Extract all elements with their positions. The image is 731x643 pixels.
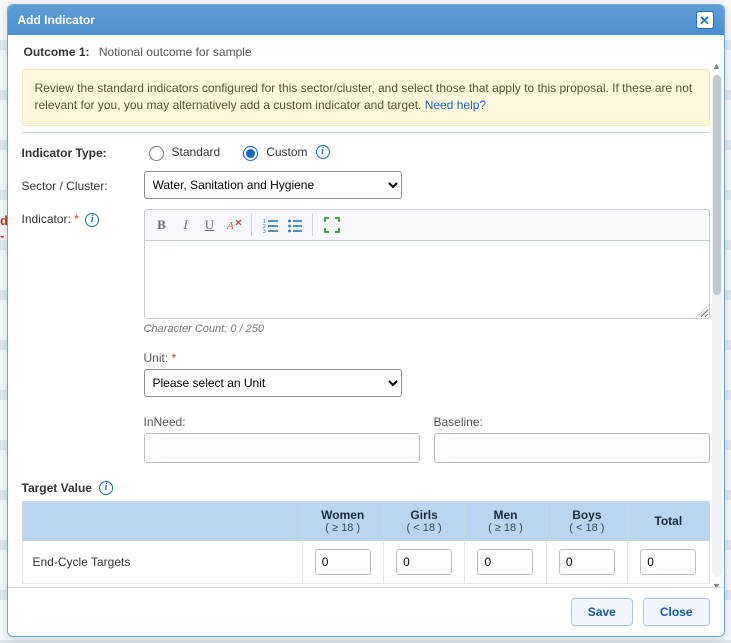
sector-row: Sector / Cluster: Water, Sanitation and … [22,171,710,199]
women-input[interactable] [315,549,371,575]
col-women: Women( ≥ 18 ) [302,501,383,540]
indicator-type-row: Indicator Type: Standard Custom i [22,143,710,161]
unordered-list-button[interactable] [284,214,306,236]
inneed-input[interactable] [144,433,420,463]
add-indicator-modal: Add Indicator ✕ ▲ ▼ Outcome 1: Notional … [7,4,725,637]
sector-select[interactable]: Water, Sanitation and Hygiene [144,171,402,199]
outcome-row: Outcome 1: Notional outcome for sample [22,41,710,69]
info-banner: Review the standard indicators configure… [22,69,710,126]
required-marker: * [172,351,177,365]
unordered-list-icon [287,217,303,233]
info-icon[interactable]: i [85,213,99,227]
fullscreen-button[interactable] [321,214,343,236]
inneed-label: InNeed: [144,415,420,429]
table-row: End-Cycle Targets [22,540,709,583]
baseline-input[interactable] [434,433,710,463]
list-group: 123 [260,214,313,236]
outcome-label: Outcome 1: [24,45,90,59]
total-input[interactable] [640,549,696,575]
close-icon-button[interactable]: ✕ [696,11,714,29]
close-icon: ✕ [699,14,710,27]
clear-format-icon: A [226,217,242,233]
divider [22,132,710,133]
target-value-title-text: Target Value [22,481,92,495]
indicator-label-text: Indicator: [22,212,71,226]
modal-body: ▲ ▼ Outcome 1: Notional outcome for samp… [8,35,724,587]
need-help-link[interactable]: Need help? [425,98,486,112]
modal-header: Add Indicator ✕ [8,5,724,35]
standard-radio-input[interactable] [149,146,164,161]
row-label: End-Cycle Targets [22,540,302,583]
col-total: Total [628,501,709,540]
inneed-baseline-row: InNeed: Baseline: [144,415,710,463]
svg-text:A: A [226,220,234,232]
scroll-thumb[interactable] [713,75,721,295]
table-header-blank [22,501,302,540]
format-group: B I U A [151,214,252,236]
scroll-down-icon[interactable]: ▼ [712,581,722,587]
unit-label: Unit: * [144,351,710,365]
outcome-description: Notional outcome for sample [99,45,252,59]
indicator-label: Indicator: * i [22,209,144,227]
save-button[interactable]: Save [571,598,633,626]
bold-button[interactable]: B [151,214,173,236]
boys-input[interactable] [559,549,615,575]
svg-text:3: 3 [263,229,266,233]
custom-radio-input[interactable] [243,146,258,161]
col-boys: Boys( < 18 ) [546,501,627,540]
col-men: Men( ≥ 18 ) [465,501,546,540]
standard-radio-label: Standard [172,145,221,159]
custom-radio[interactable]: Custom i [238,143,329,161]
modal-footer: Save Close [8,587,724,636]
men-input[interactable] [477,549,533,575]
col-girls: Girls( < 18 ) [383,501,464,540]
scroll-up-icon[interactable]: ▲ [712,61,722,71]
indicator-row: Indicator: * i B I U A 12 [22,209,710,335]
unit-block: Unit: * Please select an Unit [144,351,710,397]
editor-toolbar: B I U A 123 [144,209,710,241]
scrollbar[interactable]: ▲ ▼ [712,75,722,577]
fullscreen-icon [324,217,340,233]
girls-input[interactable] [396,549,452,575]
info-icon[interactable]: i [99,481,113,495]
info-icon[interactable]: i [316,145,330,159]
unit-label-text: Unit: [144,351,169,365]
close-button[interactable]: Close [643,598,710,626]
info-banner-text: Review the standard indicators configure… [35,81,693,112]
underline-button[interactable]: U [199,214,221,236]
target-value-title: Target Value i [22,481,710,495]
custom-radio-label: Custom [266,145,307,159]
indicator-type-label: Indicator Type: [22,143,144,160]
ordered-list-icon: 123 [263,217,279,233]
clear-format-button[interactable]: A [223,214,245,236]
standard-radio[interactable]: Standard [144,143,221,161]
indicator-type-radio-group: Standard Custom i [144,143,330,161]
target-value-table: Women( ≥ 18 ) Girls( < 18 ) Men( ≥ 18 ) … [22,501,710,584]
inneed-col: InNeed: [144,415,420,463]
character-count: Character Count: 0 / 250 [144,323,710,335]
rich-text-editor: B I U A 123 [144,209,710,335]
indicator-textarea[interactable] [144,241,710,319]
baseline-col: Baseline: [434,415,710,463]
sector-label: Sector / Cluster: [22,176,144,193]
required-marker: * [74,212,79,226]
modal-title: Add Indicator [18,13,95,27]
unit-select[interactable]: Please select an Unit [144,369,402,397]
ordered-list-button[interactable]: 123 [260,214,282,236]
expand-group [321,214,349,236]
baseline-label: Baseline: [434,415,710,429]
italic-button[interactable]: I [175,214,197,236]
